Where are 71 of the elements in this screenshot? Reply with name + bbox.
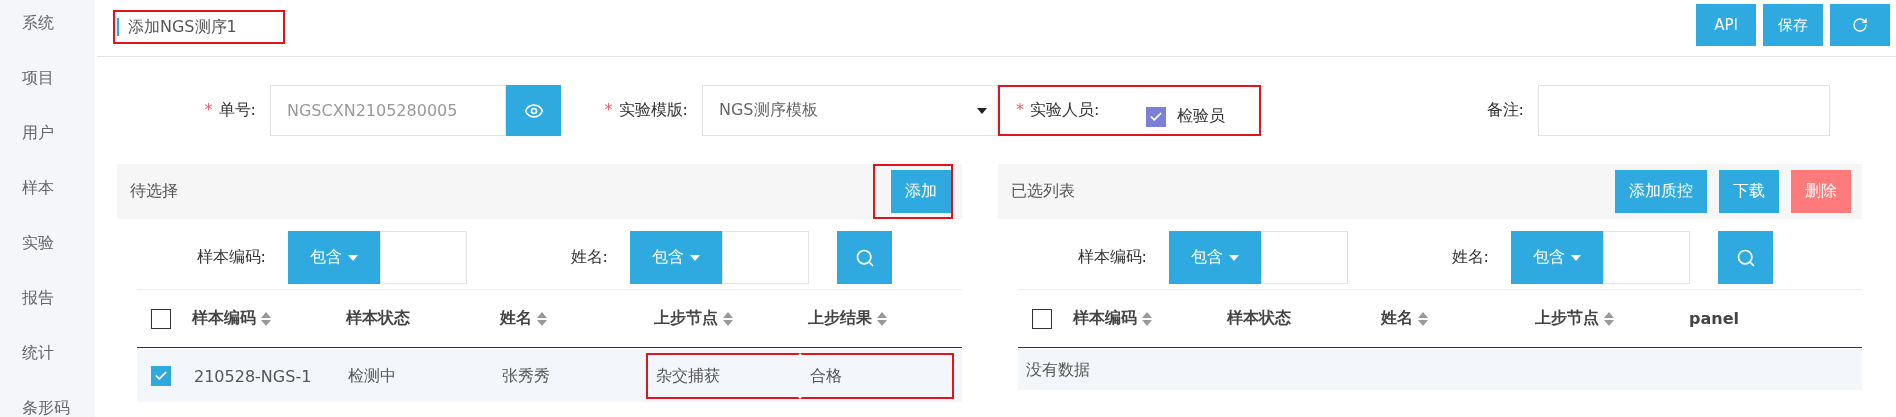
refresh-icon bbox=[1852, 17, 1868, 33]
column-header[interactable]: 样本编码 bbox=[1065, 308, 1219, 329]
panel-title: 待选择 bbox=[130, 181, 178, 202]
filter-label: 样本编码: bbox=[1076, 247, 1148, 268]
required-mark: * bbox=[604, 100, 613, 119]
field-label-text: 实验模版: bbox=[618, 100, 688, 119]
remark-field[interactable] bbox=[1538, 85, 1830, 136]
column-header[interactable]: 上步节点 bbox=[1527, 308, 1681, 329]
sidebar-item[interactable]: 条形码 bbox=[22, 397, 70, 417]
table-cell-text: 检测中 bbox=[347, 364, 397, 387]
required-mark: * bbox=[204, 100, 213, 119]
sidebar-item[interactable]: 统计 bbox=[22, 342, 54, 364]
caret-icon bbox=[1229, 254, 1239, 261]
template-select[interactable]: NGS测序模板 bbox=[702, 85, 998, 136]
caret-icon bbox=[977, 107, 987, 114]
select-all-checkbox[interactable] bbox=[1031, 308, 1052, 329]
row-checkbox[interactable] bbox=[150, 366, 171, 386]
column-header[interactable]: 样本状态 bbox=[338, 308, 492, 329]
sidebar-item[interactable]: 系统 bbox=[22, 12, 54, 34]
table-cell-text: 210528-NGS-1 bbox=[193, 365, 313, 388]
check-icon bbox=[153, 369, 168, 383]
column-header[interactable]: 上步结果 bbox=[800, 308, 954, 329]
sort-icon[interactable] bbox=[1604, 311, 1614, 326]
sort-icon[interactable] bbox=[877, 311, 887, 326]
sidebar-item[interactable]: 项目 bbox=[22, 67, 54, 89]
filter-input[interactable] bbox=[380, 231, 467, 284]
search-icon bbox=[854, 247, 875, 268]
sort-icon[interactable] bbox=[537, 311, 547, 326]
sort-icon[interactable] bbox=[723, 311, 733, 326]
caret-icon bbox=[690, 254, 700, 261]
filter-input[interactable] bbox=[722, 231, 809, 284]
filter-input[interactable] bbox=[1603, 231, 1690, 284]
sidebar-item[interactable]: 实验 bbox=[22, 232, 54, 254]
empty-message: 没有数据 bbox=[1018, 350, 1862, 390]
caret-icon bbox=[348, 254, 358, 261]
filter-input[interactable] bbox=[1261, 231, 1348, 284]
table-cell: 合格 bbox=[800, 353, 954, 399]
page-title: 添加NGS测序1 bbox=[128, 16, 237, 38]
caret-icon bbox=[1571, 254, 1581, 261]
search-icon bbox=[1735, 247, 1756, 268]
table-row[interactable]: 210528-NGS-1 检测中 张秀秀 杂交捕获 合格 bbox=[137, 350, 962, 402]
order-number-field[interactable]: NGSCXN2105280005 bbox=[270, 85, 506, 136]
field-label: 实验人员: bbox=[1030, 100, 1100, 119]
filter-label: 姓名: bbox=[1450, 247, 1490, 268]
panel-title: 已选列表 bbox=[1011, 181, 1075, 202]
sort-icon[interactable] bbox=[1418, 311, 1428, 326]
table-cell-text: 张秀秀 bbox=[501, 364, 551, 387]
required-mark: * bbox=[1016, 100, 1024, 119]
table-cell: 杂交捕获 bbox=[646, 353, 800, 399]
checkbox[interactable] bbox=[1146, 106, 1166, 127]
select-all-checkbox[interactable] bbox=[150, 308, 171, 329]
search-button[interactable] bbox=[837, 231, 892, 284]
refresh-button[interactable] bbox=[1830, 4, 1890, 46]
sidebar-item[interactable]: 样本 bbox=[22, 177, 54, 199]
column-header[interactable]: panel bbox=[1681, 309, 1835, 328]
view-button[interactable] bbox=[506, 85, 561, 136]
sort-icon[interactable] bbox=[1142, 311, 1152, 326]
column-header[interactable]: 姓名 bbox=[492, 308, 646, 329]
sort-icon[interactable] bbox=[261, 311, 271, 326]
sidebar-item[interactable]: 报告 bbox=[22, 287, 54, 309]
sidebar-item[interactable]: 用户 bbox=[22, 122, 54, 144]
field-label: 备注: bbox=[1485, 100, 1525, 121]
search-button[interactable] bbox=[1718, 231, 1773, 284]
filter-label: 姓名: bbox=[569, 247, 609, 268]
field-label-text: 单号: bbox=[218, 100, 256, 119]
column-header[interactable]: 样本编码 bbox=[184, 308, 338, 329]
filter-label: 样本编码: bbox=[195, 247, 267, 268]
column-header[interactable]: 样本状态 bbox=[1219, 308, 1373, 329]
column-header[interactable]: 姓名 bbox=[1373, 308, 1527, 329]
column-header[interactable]: 上步节点 bbox=[646, 308, 800, 329]
checkbox-label: 检验员 bbox=[1177, 106, 1225, 127]
